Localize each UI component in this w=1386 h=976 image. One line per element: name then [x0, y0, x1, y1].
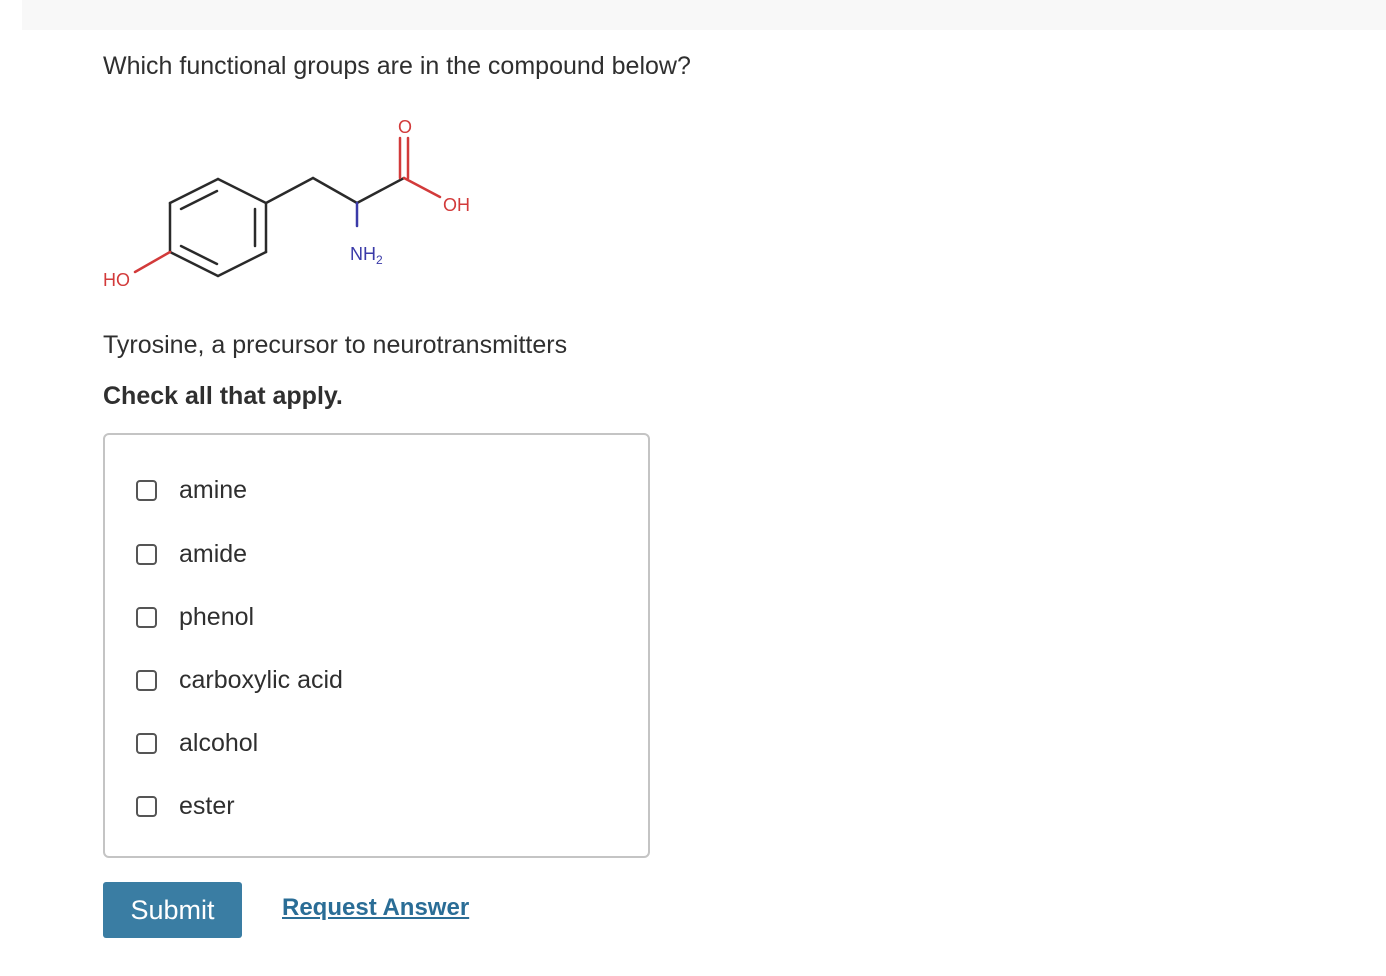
submit-button[interactable]: Submit [103, 882, 242, 938]
option-label: amide [179, 539, 248, 568]
ring-bond [216, 250, 268, 278]
hydroxyl-label: OH [443, 195, 470, 215]
checkbox[interactable] [136, 732, 157, 754]
option-label: phenol [179, 602, 255, 631]
phenol-bond [133, 250, 172, 274]
answer-options-box: amine amide phenol carboxylic acid alcoh… [103, 433, 650, 858]
checkbox[interactable] [136, 606, 157, 628]
top-bar [22, 0, 1386, 30]
carboxyl-bond [355, 176, 406, 205]
checkbox[interactable] [136, 543, 157, 565]
checkbox[interactable] [136, 795, 157, 817]
checkbox[interactable] [136, 479, 157, 501]
instruction-text: Check all that apply. [103, 382, 343, 410]
question-text: Which functional groups are in the compo… [103, 52, 691, 80]
hydroxyl-bond [402, 176, 442, 199]
option-amide[interactable]: amide [136, 539, 247, 569]
option-phenol[interactable]: phenol [136, 602, 254, 632]
option-alcohol[interactable]: alcohol [136, 728, 258, 758]
alpha-bond [311, 176, 359, 205]
tyrosine-structure-image: O OH NH2 HO [103, 117, 470, 290]
option-label: alcohol [179, 728, 259, 757]
option-ester[interactable]: ester [136, 791, 235, 821]
structure-caption: Tyrosine, a precursor to neurotransmitte… [103, 331, 568, 359]
checkbox[interactable] [136, 669, 157, 691]
option-label: ester [179, 791, 235, 820]
option-carboxylic-acid[interactable]: carboxylic acid [136, 665, 343, 695]
phenol-oh-label: HO [103, 270, 130, 290]
ring-bond [216, 177, 268, 205]
molecule-bonds [133, 136, 442, 278]
option-label: amine [179, 475, 248, 504]
ring-bond [168, 250, 220, 278]
ring-bond [168, 177, 220, 205]
option-label: carboxylic acid [179, 665, 343, 694]
request-answer-link[interactable]: Request Answer [282, 894, 469, 922]
option-amine[interactable]: amine [136, 475, 247, 505]
ch2-bond [264, 176, 315, 205]
amine-label: NH2 [350, 244, 383, 267]
carbonyl-oxygen-label: O [398, 117, 412, 137]
